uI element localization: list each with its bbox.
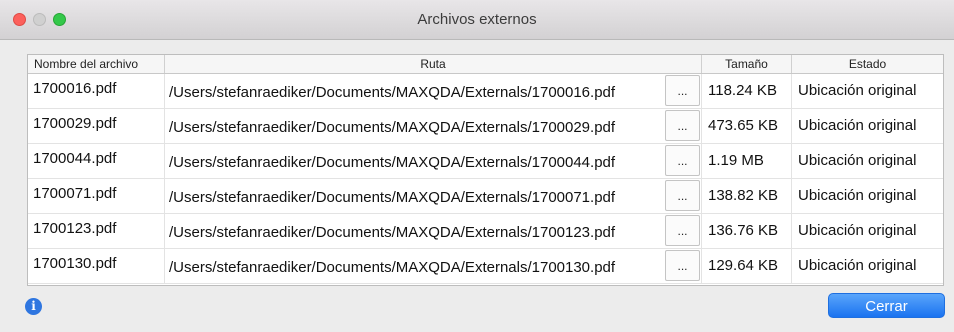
status-cell: Ubicación original [798, 187, 917, 204]
path-cell: /Users/stefanraediker/Documents/MAXQDA/E… [165, 179, 702, 213]
column-header-size[interactable]: Tamaño [702, 55, 792, 73]
info-icon[interactable]: i [25, 298, 42, 315]
status-cell: Ubicación original [798, 152, 917, 169]
path-text: /Users/stefanraediker/Documents/MAXQDA/E… [169, 154, 616, 171]
status-cell: Ubicación original [798, 117, 917, 134]
browse-button[interactable]: ... [665, 110, 700, 141]
table-header: Nombre del archivo Ruta Tamaño Estado [28, 55, 943, 74]
status-cell: Ubicación original [798, 82, 917, 99]
path-text: /Users/stefanraediker/Documents/MAXQDA/E… [169, 259, 616, 276]
table-row[interactable]: 1700130.pdf/Users/stefanraediker/Documen… [28, 249, 943, 284]
path-text: /Users/stefanraediker/Documents/MAXQDA/E… [169, 84, 616, 101]
window-title: Archivos externos [417, 11, 537, 28]
browse-button[interactable]: ... [665, 215, 700, 246]
path-cell: /Users/stefanraediker/Documents/MAXQDA/E… [165, 249, 702, 283]
browse-button[interactable]: ... [665, 75, 700, 106]
browse-button[interactable]: ... [665, 180, 700, 211]
size-cell: 138.82 KB [702, 179, 792, 213]
size-cell: 129.64 KB [702, 249, 792, 283]
close-button[interactable]: Cerrar [828, 293, 945, 318]
table-row[interactable]: 1700016.pdf/Users/stefanraediker/Documen… [28, 74, 943, 109]
table-row[interactable]: 1700071.pdf/Users/stefanraediker/Documen… [28, 179, 943, 214]
path-cell: /Users/stefanraediker/Documents/MAXQDA/E… [165, 144, 702, 178]
status-cell: Ubicación original [798, 222, 917, 239]
filename-cell: 1700123.pdf [28, 214, 165, 248]
size-cell: 1.19 MB [702, 144, 792, 178]
path-cell: /Users/stefanraediker/Documents/MAXQDA/E… [165, 214, 702, 248]
browse-button[interactable]: ... [665, 145, 700, 176]
path-cell: /Users/stefanraediker/Documents/MAXQDA/E… [165, 109, 702, 143]
filename-cell: 1700029.pdf [28, 109, 165, 143]
title-bar[interactable]: Archivos externos [0, 0, 954, 40]
size-cell: 473.65 KB [702, 109, 792, 143]
size-cell: 118.24 KB [702, 74, 792, 108]
column-header-filename[interactable]: Nombre del archivo [28, 55, 165, 73]
status-cell: Ubicación original [798, 257, 917, 274]
filename-cell: 1700016.pdf [28, 74, 165, 108]
size-cell: 136.76 KB [702, 214, 792, 248]
external-files-table: Nombre del archivo Ruta Tamaño Estado 17… [27, 54, 944, 286]
filename-cell: 1700071.pdf [28, 179, 165, 213]
path-text: /Users/stefanraediker/Documents/MAXQDA/E… [169, 189, 616, 206]
column-header-status[interactable]: Estado [792, 55, 943, 73]
path-text: /Users/stefanraediker/Documents/MAXQDA/E… [169, 119, 616, 136]
table-row[interactable]: 1700044.pdf/Users/stefanraediker/Documen… [28, 144, 943, 179]
browse-button[interactable]: ... [665, 250, 700, 281]
dialog-window: Archivos externos Nombre del archivo Rut… [0, 0, 954, 332]
filename-cell: 1700044.pdf [28, 144, 165, 178]
table-row[interactable]: 1700029.pdf/Users/stefanraediker/Documen… [28, 109, 943, 144]
filename-cell: 1700130.pdf [28, 249, 165, 283]
path-text: /Users/stefanraediker/Documents/MAXQDA/E… [169, 224, 616, 241]
table-body: 1700016.pdf/Users/stefanraediker/Documen… [28, 74, 943, 284]
path-cell: /Users/stefanraediker/Documents/MAXQDA/E… [165, 74, 702, 108]
column-header-path[interactable]: Ruta [165, 55, 702, 73]
table-row[interactable]: 1700123.pdf/Users/stefanraediker/Documen… [28, 214, 943, 249]
